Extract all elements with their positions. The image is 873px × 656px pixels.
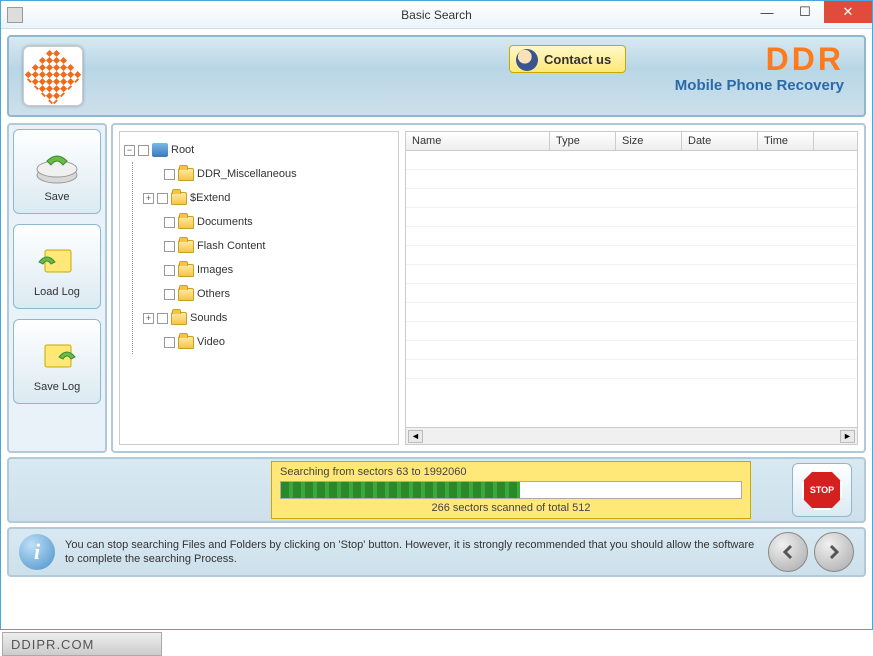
load-log-icon [31, 236, 83, 284]
tree-item-label: Flash Content [197, 240, 265, 252]
tree-item[interactable]: Images [143, 258, 394, 282]
progress-box: Searching from sectors 63 to 1992060 266… [271, 461, 751, 519]
tree-item-label: DDR_Miscellaneous [197, 168, 297, 180]
col-date[interactable]: Date [682, 132, 758, 150]
horizontal-scrollbar[interactable]: ◄ ► [406, 427, 857, 444]
tree-item-label: Others [197, 288, 230, 300]
brand-subtitle: Mobile Phone Recovery [675, 77, 844, 94]
stop-button[interactable]: STOP [792, 463, 852, 517]
tree-item-label: Images [197, 264, 233, 276]
tree-item-label: Sounds [190, 312, 227, 324]
expand-icon[interactable]: + [143, 193, 154, 204]
footer-link[interactable]: DDIPR.COM [2, 632, 162, 656]
tree-item[interactable]: Others [143, 282, 394, 306]
scroll-left-icon[interactable]: ◄ [408, 430, 423, 443]
tree-item[interactable]: DDR_Miscellaneous [143, 162, 394, 186]
checkbox[interactable] [138, 145, 149, 156]
stop-icon: STOP [802, 470, 842, 510]
checkbox[interactable] [164, 169, 175, 180]
contact-us-label: Contact us [544, 52, 611, 67]
prev-button[interactable] [768, 532, 808, 572]
chevron-right-icon [826, 544, 842, 560]
load-log-button[interactable]: Load Log [13, 224, 101, 309]
grid-header: Name Type Size Date Time [406, 132, 857, 151]
info-icon: i [19, 534, 55, 570]
header-banner: Contact us DDR Mobile Phone Recovery [7, 35, 866, 117]
folder-icon [178, 288, 194, 301]
window-title: Basic Search [401, 8, 472, 22]
sidebar: Save Load Log Save Log [7, 123, 107, 453]
save-button[interactable]: Save [13, 129, 101, 214]
drive-icon [152, 143, 168, 157]
checkbox[interactable] [157, 193, 168, 204]
grid-body[interactable] [406, 151, 857, 427]
body-area: Save Load Log Save Log − [1, 123, 872, 453]
progress-line2: 266 sectors scanned of total 512 [280, 502, 742, 514]
contact-us-button[interactable]: Contact us [509, 45, 626, 73]
tree-root[interactable]: − Root [124, 138, 394, 162]
col-time[interactable]: Time [758, 132, 814, 150]
col-size[interactable]: Size [616, 132, 682, 150]
maximize-button[interactable]: ☐ [786, 1, 824, 23]
tree-item-label: Video [197, 336, 225, 348]
collapse-icon[interactable]: − [124, 145, 135, 156]
checkbox[interactable] [164, 217, 175, 228]
minimize-button[interactable]: — [748, 1, 786, 23]
tree-item[interactable]: Video [143, 330, 394, 354]
app-icon [7, 7, 23, 23]
save-log-label: Save Log [34, 381, 80, 393]
tree-item[interactable]: + Sounds [143, 306, 394, 330]
save-log-button[interactable]: Save Log [13, 319, 101, 404]
checkbox[interactable] [164, 265, 175, 276]
tree-item-label: $Extend [190, 192, 230, 204]
progress-fill [281, 482, 520, 498]
main-panel: − Root DDR_Miscellaneous + [111, 123, 866, 453]
hint-text: You can stop searching Files and Folders… [65, 538, 758, 567]
folder-icon [171, 312, 187, 325]
window-buttons: — ☐ ✕ [748, 1, 872, 23]
tree-children: DDR_Miscellaneous + $Extend Documents [132, 162, 394, 354]
hint-panel: i You can stop searching Files and Folde… [7, 527, 866, 577]
col-name[interactable]: Name [406, 132, 550, 150]
checkbox[interactable] [164, 241, 175, 252]
checkbox[interactable] [164, 289, 175, 300]
tree-item-label: Documents [197, 216, 253, 228]
folder-tree[interactable]: − Root DDR_Miscellaneous + [119, 131, 399, 445]
brand-name: DDR [675, 43, 844, 75]
logo-icon [23, 46, 82, 105]
progress-bar [280, 481, 742, 499]
scroll-right-icon[interactable]: ► [840, 430, 855, 443]
tree-item[interactable]: + $Extend [143, 186, 394, 210]
folder-icon [178, 264, 194, 277]
next-button[interactable] [814, 532, 854, 572]
folder-icon [178, 168, 194, 181]
save-log-icon [31, 331, 83, 379]
close-button[interactable]: ✕ [824, 1, 872, 23]
app-window: Basic Search — ☐ ✕ Contact us DDR Mobile… [0, 0, 873, 630]
folder-icon [171, 192, 187, 205]
checkbox[interactable] [157, 313, 168, 324]
folder-icon [178, 240, 194, 253]
load-log-label: Load Log [34, 286, 80, 298]
expand-icon[interactable]: + [143, 313, 154, 324]
file-grid: Name Type Size Date Time ◄ ► [405, 131, 858, 445]
folder-icon [178, 216, 194, 229]
col-type[interactable]: Type [550, 132, 616, 150]
progress-line1: Searching from sectors 63 to 1992060 [280, 466, 742, 478]
chevron-left-icon [780, 544, 796, 560]
tree-item[interactable]: Flash Content [143, 234, 394, 258]
save-icon [31, 141, 83, 189]
stop-label: STOP [810, 485, 834, 495]
app-logo [23, 46, 83, 106]
folder-icon [178, 336, 194, 349]
tree-root-label: Root [171, 144, 194, 156]
brand-block: DDR Mobile Phone Recovery [675, 43, 844, 94]
tree-item[interactable]: Documents [143, 210, 394, 234]
save-label: Save [44, 191, 69, 203]
nav-buttons [768, 532, 854, 572]
titlebar: Basic Search — ☐ ✕ [1, 1, 872, 29]
progress-panel: Searching from sectors 63 to 1992060 266… [7, 457, 866, 523]
checkbox[interactable] [164, 337, 175, 348]
